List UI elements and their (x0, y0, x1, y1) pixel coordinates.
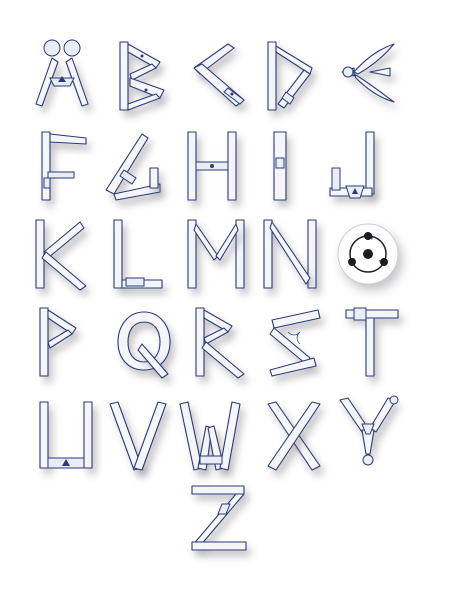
letter-j (322, 128, 386, 202)
letter-f (28, 128, 92, 202)
letter-b (112, 38, 176, 112)
letter-r (188, 304, 252, 379)
letter-a (30, 38, 94, 112)
letter-t (338, 304, 402, 378)
weapon-alphabet-artwork (0, 0, 450, 600)
letter-n (258, 216, 322, 290)
letter-q (112, 304, 176, 379)
letter-o-sharingan (336, 216, 400, 290)
letter-y (336, 394, 400, 468)
letter-m (184, 216, 248, 290)
letter-w (178, 398, 242, 472)
letter-p (30, 304, 94, 378)
letter-x (262, 398, 326, 472)
letter-k (28, 216, 92, 291)
letter-l (104, 216, 168, 290)
letter-u (34, 398, 98, 472)
letter-e (334, 38, 398, 112)
letter-i (252, 128, 316, 202)
letter-v (106, 398, 170, 472)
letter-h (180, 128, 244, 202)
letter-c (188, 38, 252, 112)
letter-d (262, 38, 326, 112)
letter-s (262, 304, 326, 378)
letter-g (102, 128, 166, 202)
letter-z (186, 480, 250, 554)
